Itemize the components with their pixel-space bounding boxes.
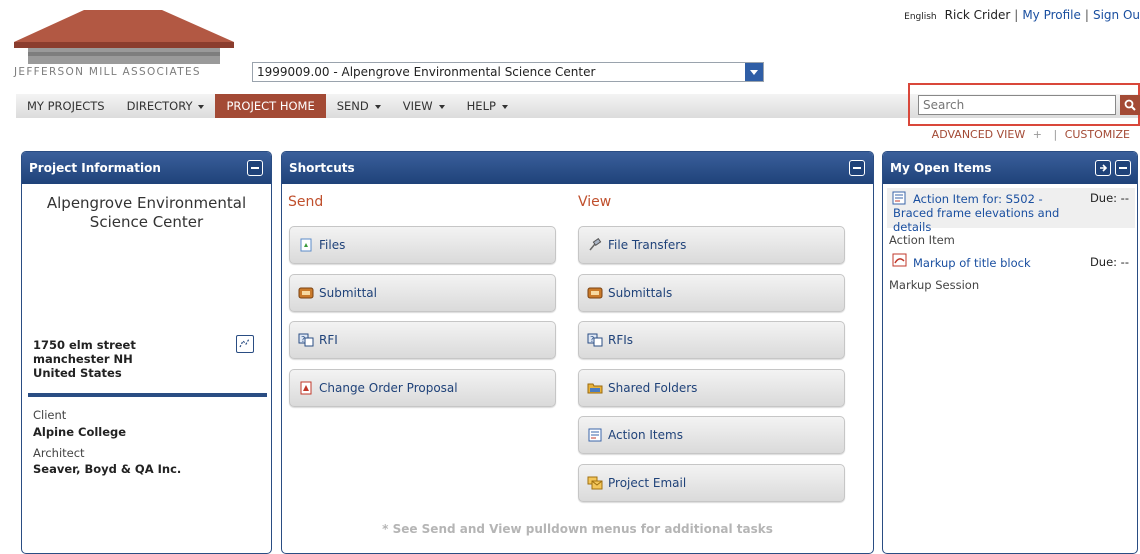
open-item-link[interactable]: Markup of title block (913, 256, 1031, 270)
panel-header: My Open Items (883, 152, 1137, 184)
rfi-icon: ? (587, 332, 603, 348)
item-type: Action Item (889, 233, 955, 247)
user-name: Rick Crider (944, 8, 1011, 22)
plus-icon: + (1032, 128, 1042, 141)
list-item[interactable]: Markup of title block Due: -- (887, 252, 1135, 272)
collapse-button[interactable] (247, 160, 263, 176)
my-profile-link[interactable]: My Profile (1022, 8, 1081, 22)
view-project-email-button[interactable]: Project Email (578, 464, 845, 502)
client-value: Alpine College (33, 425, 127, 439)
advanced-view-link[interactable]: ADVANCED VIEW (932, 128, 1026, 141)
separator: | (1014, 8, 1019, 22)
search-highlight (908, 83, 1140, 126)
customize-link[interactable]: CUSTOMIZE (1065, 128, 1130, 141)
my-open-items-panel: My Open Items Action Item for: S502 - Br… (882, 151, 1138, 554)
project-select-value: 1999009.00 - Alpengrove Environmental Sc… (257, 65, 596, 79)
separator: | (1084, 8, 1089, 22)
nav-send[interactable]: SEND (326, 94, 392, 118)
submittal-icon (587, 285, 603, 301)
caret-down-icon (374, 104, 381, 109)
caret-down-icon (198, 104, 205, 109)
project-name: Alpengrove Environmental Science Center (46, 194, 247, 231)
action-item-icon (587, 427, 603, 443)
due-date: Due: -- (1089, 191, 1129, 205)
project-information-panel: Project Information Alpengrove Environme… (21, 151, 272, 554)
caret-down-icon (438, 104, 445, 109)
refresh-button[interactable] (1095, 160, 1111, 176)
panel-title: Shortcuts (289, 161, 355, 175)
minus-icon (1119, 167, 1127, 169)
shortcuts-note: * See Send and View pulldown menus for a… (382, 522, 773, 536)
panel-title: Project Information (29, 161, 161, 175)
send-rfi-button[interactable]: ? RFI (289, 321, 556, 359)
send-heading: Send (288, 194, 324, 210)
satellite-icon (587, 237, 603, 253)
open-item-link[interactable]: Action Item for: S502 - Braced frame ele… (893, 192, 1083, 234)
send-submittal-button[interactable]: Submittal (289, 274, 556, 312)
view-rfis-button[interactable]: ? RFIs (578, 321, 845, 359)
company-name: JEFFERSON MILL ASSOCIATES (14, 66, 201, 78)
view-shared-folders-button[interactable]: Shared Folders (578, 369, 845, 407)
project-select[interactable]: 1999009.00 - Alpengrove Environmental Sc… (252, 62, 764, 82)
email-icon (587, 475, 603, 491)
nav-directory[interactable]: DIRECTORY (116, 94, 216, 118)
collapse-button[interactable] (1115, 160, 1131, 176)
panel-header: Shortcuts (282, 152, 873, 184)
list-item[interactable]: Action Item for: S502 - Braced frame ele… (887, 188, 1135, 234)
user-bar: English Rick Crider | My Profile | Sign … (904, 8, 1140, 22)
search-icon (1124, 99, 1136, 111)
view-submittals-button[interactable]: Submittals (578, 274, 845, 312)
language-selector[interactable]: English (904, 12, 937, 22)
nav-my-projects[interactable]: MY PROJECTS (16, 94, 116, 118)
submittal-icon (298, 285, 314, 301)
sign-out-link[interactable]: Sign Ou (1093, 8, 1140, 22)
architect-label: Architect (33, 446, 85, 460)
shortcuts-panel: Shortcuts Send View Files Submittal ? RF… (281, 151, 874, 554)
nav-view[interactable]: VIEW (392, 94, 456, 118)
view-options: ADVANCED VIEW + | CUSTOMIZE (932, 128, 1130, 141)
search-button[interactable] (1120, 95, 1140, 115)
due-date: Due: -- (1089, 255, 1129, 269)
architect-value: Seaver, Boyd & QA Inc. (33, 462, 182, 476)
nav-help[interactable]: HELP (456, 94, 519, 118)
caret-down-icon (501, 104, 508, 109)
collapse-button[interactable] (849, 160, 865, 176)
view-heading: View (578, 194, 612, 210)
view-action-items-button[interactable]: Action Items (578, 416, 845, 454)
change-order-icon (298, 380, 314, 396)
folder-icon (587, 380, 603, 396)
arrow-right-icon (1100, 164, 1108, 172)
send-files-button[interactable]: Files (289, 226, 556, 264)
divider: | (1053, 128, 1058, 141)
divider (28, 393, 267, 397)
nav-project-home[interactable]: PROJECT HOME (215, 94, 326, 118)
project-address: 1750 elm street manchester NH United Sta… (33, 338, 136, 380)
minus-icon (853, 167, 861, 169)
panel-title: My Open Items (890, 161, 992, 175)
chevron-down-icon[interactable] (745, 63, 763, 81)
markup-icon (892, 253, 907, 267)
file-upload-icon (298, 237, 314, 253)
item-type: Markup Session (889, 278, 980, 292)
map-icon[interactable] (236, 335, 254, 353)
send-change-order-button[interactable]: Change Order Proposal (289, 369, 556, 407)
panel-header: Project Information (22, 152, 271, 184)
view-file-transfers-button[interactable]: File Transfers (578, 226, 845, 264)
search-input[interactable] (918, 95, 1116, 115)
minus-icon (251, 167, 259, 169)
rfi-icon: ? (298, 332, 314, 348)
client-label: Client (33, 408, 67, 422)
